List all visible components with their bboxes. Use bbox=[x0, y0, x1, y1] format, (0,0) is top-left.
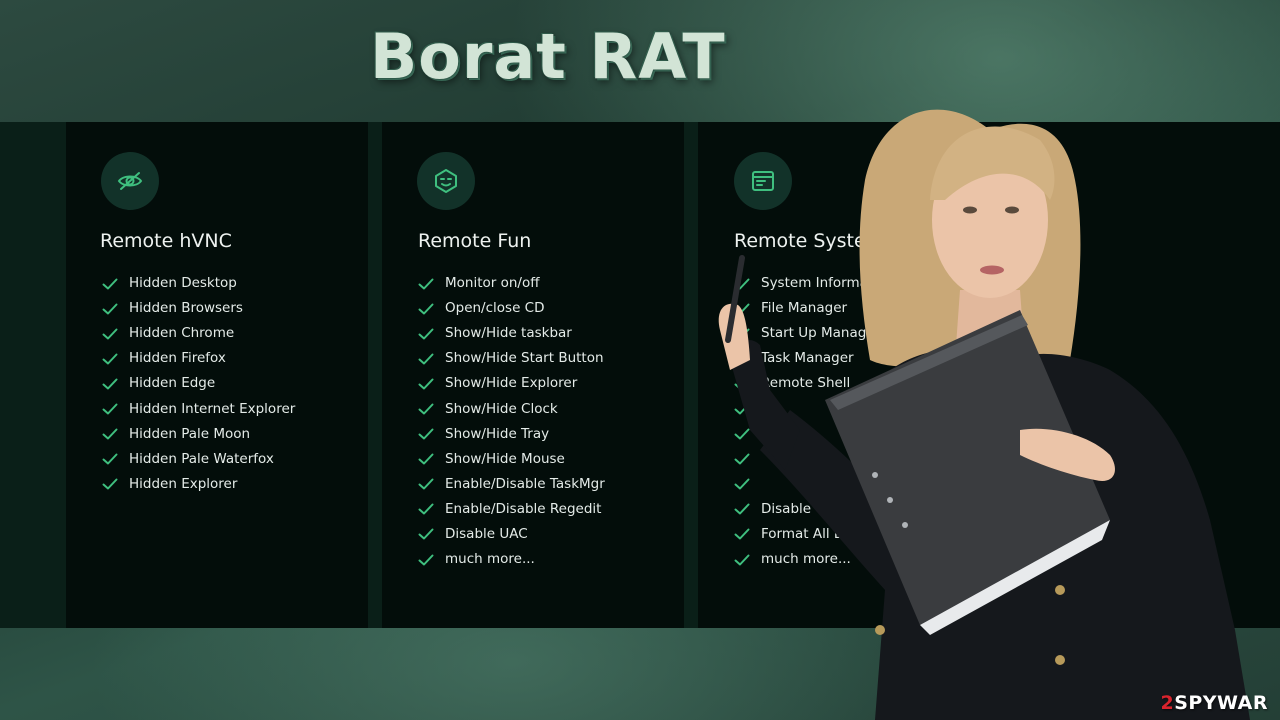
check-icon bbox=[102, 428, 118, 440]
feature-list-item: Disable UAC bbox=[418, 522, 605, 547]
feature-column-remote-hvnc: Remote hVNC Hidden Desktop Hidden Browser… bbox=[66, 122, 368, 628]
feature-list-item: Hidden Edge bbox=[102, 371, 295, 396]
feature-list-item: Hidden Explorer bbox=[102, 472, 295, 497]
feature-list-item: Hidden Browsers bbox=[102, 296, 295, 321]
check-icon bbox=[102, 303, 118, 315]
check-icon bbox=[102, 278, 118, 290]
feature-label: Hidden Pale Moon bbox=[129, 425, 251, 442]
feature-list-item: Enable/Disable Regedit bbox=[418, 497, 605, 522]
check-icon bbox=[418, 453, 434, 465]
feature-list-item: Show/Hide taskbar bbox=[418, 321, 605, 346]
feature-list-item: Hidden Firefox bbox=[102, 346, 295, 371]
feature-list-item: Show/Hide Clock bbox=[418, 396, 605, 421]
feature-list-item: Open/close CD bbox=[418, 296, 605, 321]
check-icon bbox=[102, 453, 118, 465]
column-title: Remote hVNC bbox=[100, 230, 232, 252]
check-icon bbox=[102, 403, 118, 415]
feature-list-item: Show/Hide Mouse bbox=[418, 447, 605, 472]
check-icon bbox=[418, 528, 434, 540]
feature-list-item: Hidden Pale Waterfox bbox=[102, 447, 295, 472]
feature-list-item: Hidden Internet Explorer bbox=[102, 396, 295, 421]
feature-label: Hidden Pale Waterfox bbox=[129, 450, 274, 467]
feature-column-remote-fun: Remote Fun Monitor on/off Open/close CD Sh… bbox=[382, 122, 684, 628]
check-icon bbox=[418, 328, 434, 340]
feature-label: Hidden Desktop bbox=[129, 275, 237, 292]
feature-label: Hidden Firefox bbox=[129, 350, 226, 367]
watermark-logo: 2SPYWAR bbox=[1160, 692, 1268, 714]
feature-list-item: Monitor on/off bbox=[418, 271, 605, 296]
feature-list-item: much more... bbox=[418, 547, 605, 572]
feature-list-item: Hidden Desktop bbox=[102, 271, 295, 296]
feature-list-item: Hidden Pale Moon bbox=[102, 422, 295, 447]
panel-band bbox=[0, 122, 66, 628]
feature-label: Show/Hide taskbar bbox=[445, 325, 572, 342]
feature-label: Show/Hide Start Button bbox=[445, 350, 604, 367]
feature-label: Enable/Disable TaskMgr bbox=[445, 475, 605, 492]
feature-label: Show/Hide Explorer bbox=[445, 375, 578, 392]
panel-band bbox=[368, 122, 382, 628]
feature-label: Hidden Internet Explorer bbox=[129, 400, 296, 417]
smiley-face-icon bbox=[417, 152, 475, 210]
check-icon bbox=[418, 478, 434, 490]
feature-label: Monitor on/off bbox=[445, 275, 540, 292]
feature-label: Hidden Browsers bbox=[129, 300, 243, 317]
feature-list-item: Hidden Chrome bbox=[102, 321, 295, 346]
feature-label: Enable/Disable Regedit bbox=[445, 500, 602, 517]
check-icon bbox=[418, 378, 434, 390]
page-title: Borat RAT bbox=[370, 20, 726, 93]
presenter-photo bbox=[718, 109, 1250, 720]
feature-label: Show/Hide Mouse bbox=[445, 450, 565, 467]
check-icon bbox=[418, 278, 434, 290]
check-icon bbox=[418, 554, 434, 566]
hidden-eye-icon bbox=[101, 152, 159, 210]
feature-label: Show/Hide Clock bbox=[445, 400, 558, 417]
feature-label: Hidden Explorer bbox=[129, 475, 238, 492]
feature-list-item: Show/Hide Explorer bbox=[418, 371, 605, 396]
feature-list: Monitor on/off Open/close CD Show/Hide tas… bbox=[418, 271, 605, 572]
feature-label: Hidden Chrome bbox=[129, 325, 235, 342]
check-icon bbox=[102, 328, 118, 340]
check-icon bbox=[418, 303, 434, 315]
feature-list-item: Show/Hide Tray bbox=[418, 422, 605, 447]
feature-label: much more... bbox=[445, 551, 535, 568]
feature-label: Disable UAC bbox=[445, 525, 528, 542]
check-icon bbox=[418, 353, 434, 365]
check-icon bbox=[102, 378, 118, 390]
check-icon bbox=[418, 428, 434, 440]
feature-label: Show/Hide Tray bbox=[445, 425, 550, 442]
check-icon bbox=[418, 403, 434, 415]
column-title: Remote Fun bbox=[418, 230, 532, 252]
feature-label: Hidden Edge bbox=[129, 375, 216, 392]
feature-list-item: Enable/Disable TaskMgr bbox=[418, 472, 605, 497]
feature-list: Hidden Desktop Hidden Browsers Hidden Chro… bbox=[102, 271, 295, 497]
check-icon bbox=[102, 353, 118, 365]
check-icon bbox=[418, 503, 434, 515]
feature-label: Open/close CD bbox=[445, 300, 545, 317]
check-icon bbox=[102, 478, 118, 490]
feature-list-item: Show/Hide Start Button bbox=[418, 346, 605, 371]
